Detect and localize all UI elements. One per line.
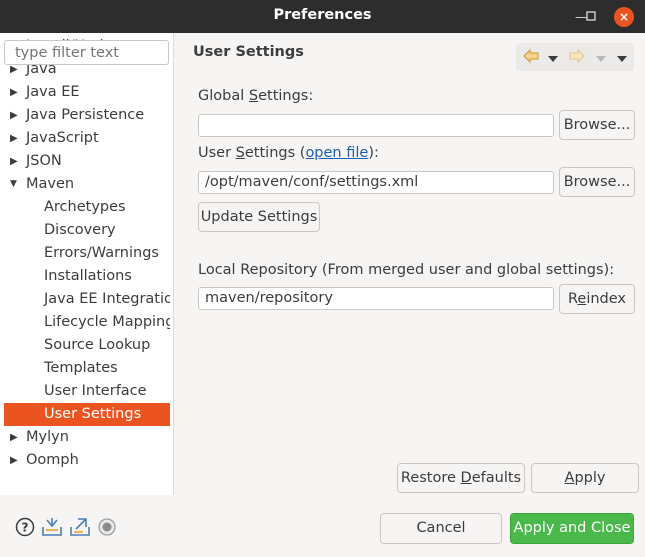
tree-item[interactable]: User Interface [4,380,170,403]
user-settings-input[interactable]: /opt/maven/conf/settings.xml [198,171,554,194]
expand-right-icon[interactable]: ▶ [10,150,18,173]
expand-right-icon[interactable]: ▶ [10,104,18,127]
tree-item-label: Archetypes [44,199,126,215]
tree-item[interactable]: Lifecycle Mappings [4,311,170,334]
apply-and-close-button[interactable]: Apply and Close [510,513,634,544]
export-icon[interactable] [69,517,90,537]
tree-item[interactable]: Source Lookup [4,334,170,357]
svg-text:?: ? [22,521,29,535]
tree-item[interactable]: ▶ Oomph [4,449,170,472]
tree-item-label: Java EE Integration [44,291,170,307]
tree-item[interactable]: ▶ Mylyn [4,426,170,449]
tree-item-label: Maven [26,176,75,192]
help-icon[interactable]: ? [15,517,35,537]
tree-item[interactable]: Templates [4,357,170,380]
maximize-icon[interactable] [581,6,601,26]
browse-user-button[interactable]: Browse... [559,167,635,197]
back-arrow-icon[interactable] [522,48,540,68]
tree-item[interactable]: Installations [4,265,170,288]
tree-item[interactable]: User Settings [4,403,170,426]
tree-item-label: JSON [26,153,62,169]
page-title: User Settings [193,44,304,60]
forward-arrow-icon[interactable] [568,48,586,68]
global-settings-label: Global Settings: [198,88,314,104]
view-menu-icon[interactable] [617,51,627,67]
tree-item-label: Discovery [44,222,116,238]
restore-defaults-button[interactable]: Restore Defaults [397,463,525,493]
update-settings-button[interactable]: Update Settings [198,202,320,232]
expand-right-icon[interactable]: ▶ [10,449,18,472]
tree-item-label: Oomph [26,452,79,468]
apply-button[interactable]: Apply [531,463,639,493]
tree-item[interactable]: ▼ Maven [4,173,170,196]
expand-right-icon[interactable]: ▶ [10,127,18,150]
record-icon[interactable] [97,517,117,537]
tree-item[interactable]: ▶ Java Persistence [4,104,170,127]
tree-item-label: Templates [44,360,118,376]
tree-item[interactable]: ▶ JavaScript [4,127,170,150]
tree-item[interactable]: Errors/Warnings [4,242,170,265]
tree-item-label: Errors/Warnings [44,245,159,261]
tree-item[interactable]: ▶ JSON [4,150,170,173]
tree-item[interactable]: ▶ Java EE [4,81,170,104]
tree-item-label: Source Lookup [44,337,151,353]
preference-page: User Settings Global Settings: Browse...… [181,33,645,495]
tree-item-label: User Interface [44,383,147,399]
tree-item[interactable]: Archetypes [4,196,170,219]
close-icon[interactable]: × [614,7,634,27]
reindex-button[interactable]: Reindex [559,284,635,314]
tree-item-label: Installations [44,268,132,284]
tree-item-label: Java EE [26,84,80,100]
navigation-toolbar [516,43,634,71]
tree-item-label: User Settings [44,406,142,422]
expand-right-icon[interactable]: ▶ [10,426,18,449]
cancel-button[interactable]: Cancel [380,513,502,544]
tree-item[interactable]: Java EE Integration [4,288,170,311]
filter-input[interactable] [4,40,169,65]
browse-global-button[interactable]: Browse... [559,110,635,140]
open-file-link[interactable]: open file [305,145,368,161]
window-title: Preferences [273,7,372,23]
preferences-tree-panel: ▶Install/Update▶Java▶Java EE▶Java Persis… [0,33,174,495]
import-icon[interactable] [41,517,62,537]
expand-down-icon[interactable]: ▼ [10,173,17,196]
expand-right-icon[interactable]: ▶ [10,81,18,104]
tree-item-label: Java Persistence [26,107,145,123]
user-settings-label: User Settings (open file): [198,145,379,161]
tree-item-label: JavaScript [26,130,99,146]
tree-item-label: Mylyn [26,429,69,445]
local-repository-label: Local Repository (From merged user and g… [198,262,615,278]
dialog-footer: ? Cancel Apply and Close [0,497,645,557]
local-repository-input[interactable]: maven/repository [198,287,554,310]
back-dropdown-icon[interactable] [548,51,558,67]
tree-item[interactable]: Discovery [4,219,170,242]
forward-dropdown-icon[interactable] [596,51,606,67]
tree-item-label: Lifecycle Mappings [44,314,170,330]
title-bar: Preferences — × [0,0,645,33]
global-settings-input[interactable] [198,114,554,137]
